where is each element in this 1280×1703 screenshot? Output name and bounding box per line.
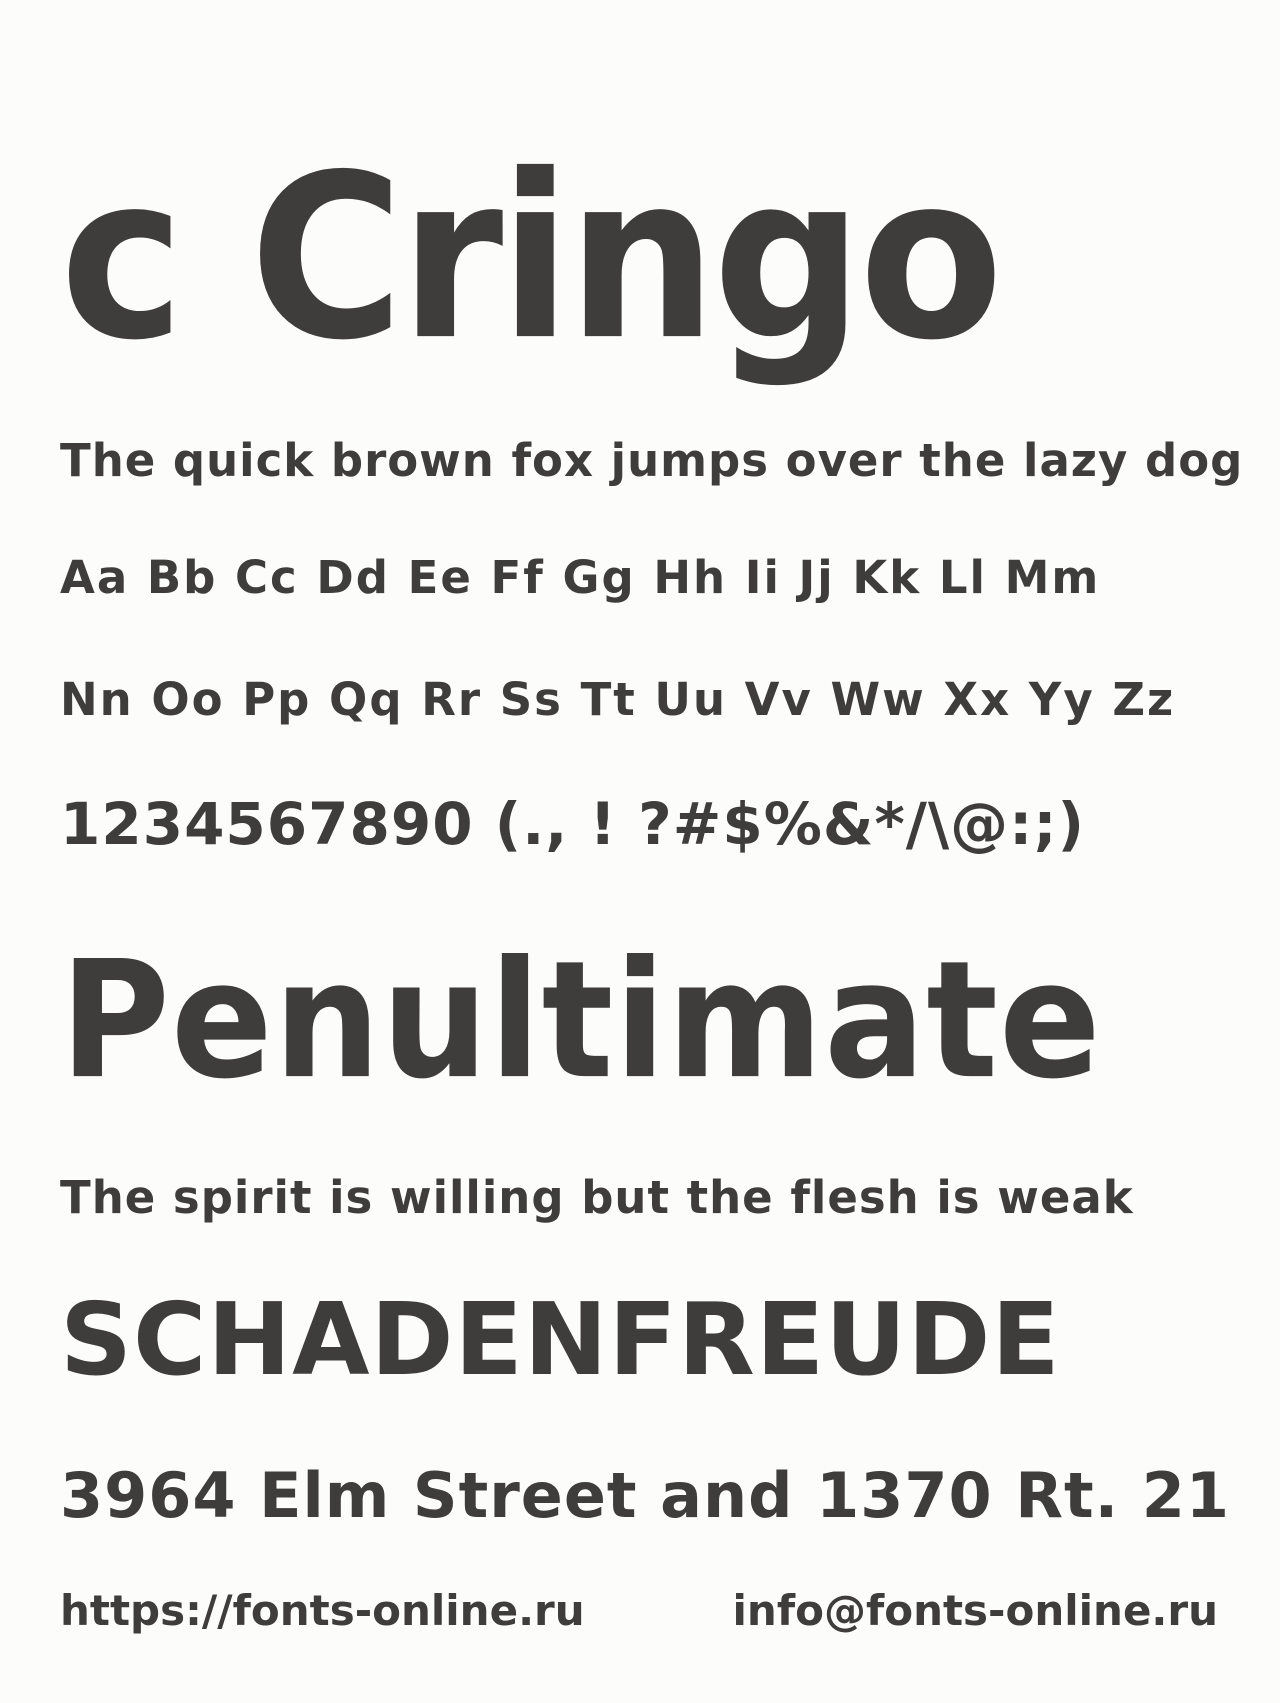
large-sample-word: Penultimate	[60, 927, 1102, 1115]
address-sample-line: 3964 Elm Street and 1370 Rt. 21	[60, 1459, 1231, 1532]
alphabet-line-a-to-m: Aa Bb Cc Dd Ee Ff Gg Hh Ii Jj Kk Ll Mm	[60, 551, 1101, 604]
numbers-and-symbols-line: 1234567890 (., ! ?#$%&*/\@:;)	[60, 790, 1086, 858]
font-name-title: c Cringo	[60, 125, 1003, 391]
footer-links: https://fonts-online.ru info@fonts-onlin…	[60, 1590, 1218, 1640]
alphabet-line-n-to-z: Nn Oo Pp Qq Rr Ss Tt Uu Vv Ww Xx Yy Zz	[60, 673, 1176, 726]
font-specimen-sheet: c Cringo The quick brown fox jumps over …	[0, 0, 1280, 1703]
uppercase-sample-word: SCHADENFREUDE	[60, 1281, 1061, 1398]
sample-sentence: The spirit is willing but the flesh is w…	[60, 1171, 1134, 1224]
specimen-title: c Cringo	[60, 125, 1218, 430]
website-url: https://fonts-online.ru	[60, 1586, 585, 1635]
pangram-line: The quick brown fox jumps over the lazy …	[60, 434, 1244, 487]
contact-email: info@fonts-online.ru	[732, 1586, 1218, 1635]
